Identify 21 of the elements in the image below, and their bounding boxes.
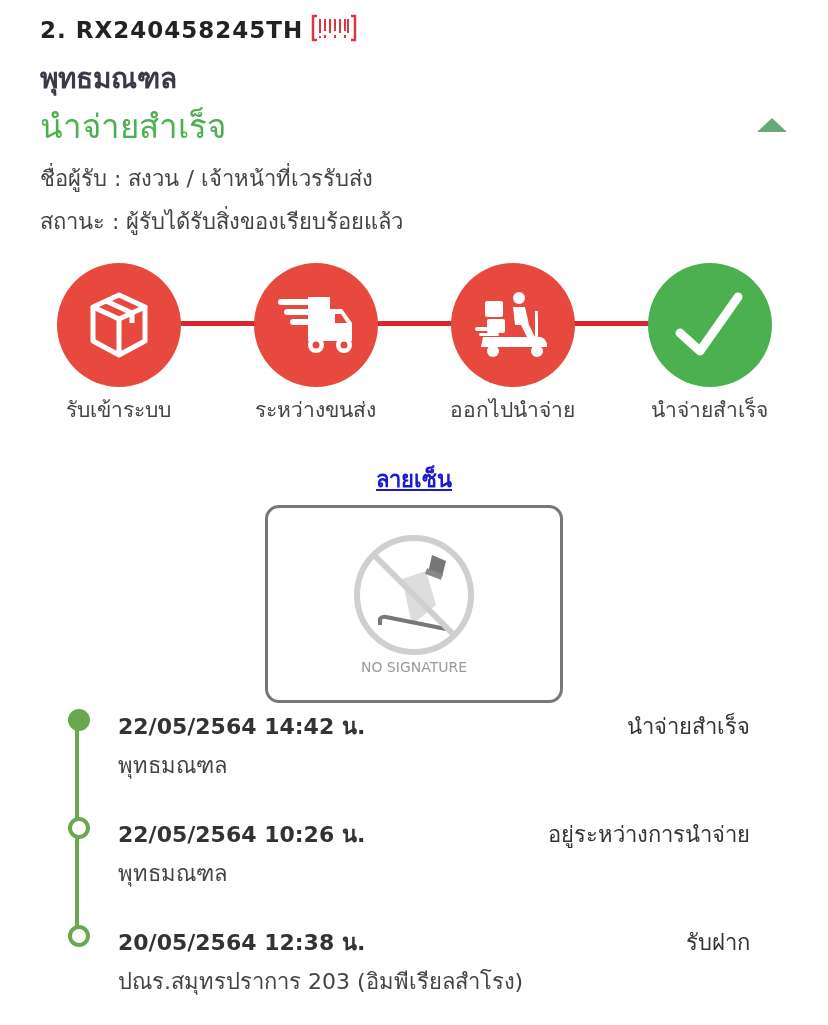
office-name: พุทธมณฑล bbox=[40, 61, 178, 98]
step-label: รับเข้าระบบ bbox=[66, 397, 171, 424]
event-time: 20/05/2564 12:38 น. bbox=[118, 929, 366, 957]
no-pen-icon bbox=[352, 533, 476, 657]
signature-link[interactable]: ลายเซ็น bbox=[376, 462, 452, 497]
event-place: ปณร.สมุทรปราการ 203 (อิมพีเรียลสำโรง) bbox=[118, 968, 525, 997]
event-time: 22/05/2564 14:42 น. bbox=[118, 713, 366, 741]
no-signature-text: NO SIGNATURE bbox=[360, 659, 468, 675]
delivery-status: นำจ่ายสำเร็จ bbox=[40, 106, 226, 148]
status-text: สถานะ : ผู้รับได้รับสิ่งของเรียบร้อยแล้ว bbox=[40, 204, 788, 239]
event-time: 22/05/2564 10:26 น. bbox=[118, 821, 366, 849]
event-status: นำจ่ายสำเร็จ bbox=[627, 711, 750, 741]
step-label: ออกไปนำจ่าย bbox=[450, 397, 575, 424]
recipient-text: ชื่อผู้รับ : สงวน / เจ้าหน้าที่เวรรับส่ง bbox=[40, 161, 788, 196]
event-status: รับฝาก bbox=[686, 929, 750, 957]
step-label: นำจ่ายสำเร็จ bbox=[651, 395, 768, 424]
tracking-number: 2. RX240458245TH bbox=[40, 17, 304, 43]
event-status: อยู่ระหว่างการนำจ่าย bbox=[548, 821, 750, 850]
event-place: พุทธมณฑล bbox=[118, 860, 228, 889]
step-label: ระหว่างขนส่ง bbox=[255, 397, 376, 424]
event-place: พุทธมณฑล bbox=[118, 752, 228, 781]
